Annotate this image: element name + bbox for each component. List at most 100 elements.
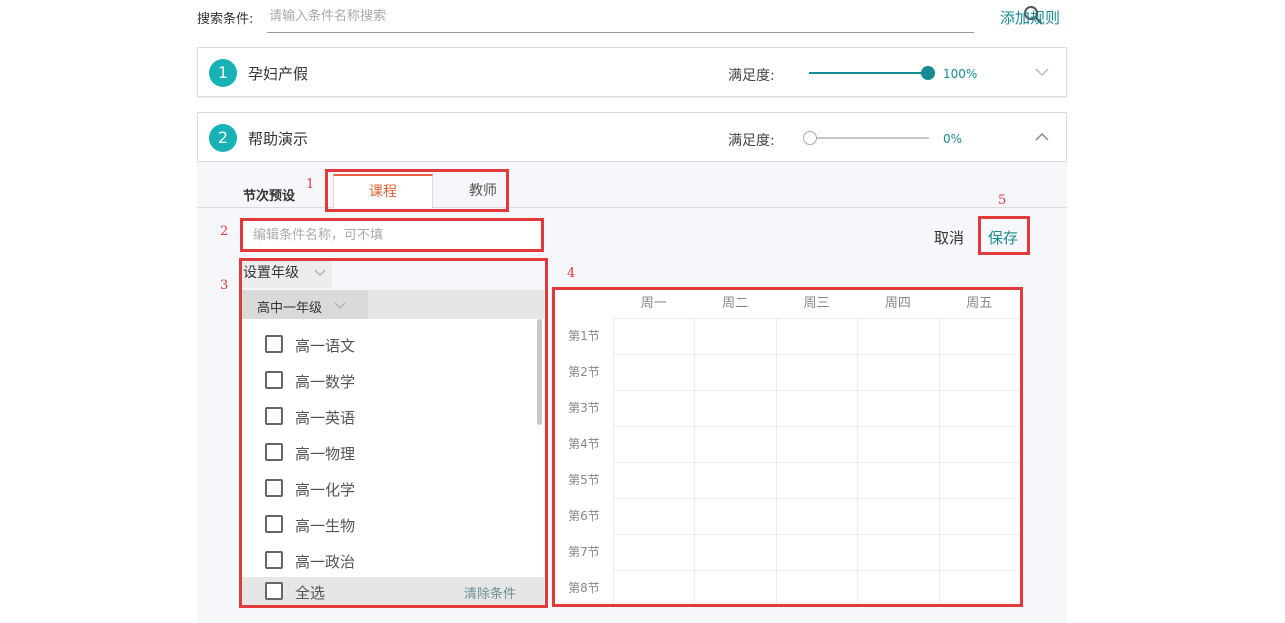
checkbox[interactable] <box>265 515 283 533</box>
timetable-cell[interactable] <box>939 570 1020 606</box>
timetable-cell[interactable] <box>694 534 775 570</box>
timetable-grid: 周一 周二 周三 周四 周五 第1节 第2节 第3节 第4节 第5节 第6节 第7节 第8节 <box>555 290 1020 605</box>
save-button[interactable]: 保存 <box>988 227 1018 248</box>
chevron-down-icon[interactable] <box>1034 66 1050 78</box>
timetable-cell[interactable] <box>694 390 775 426</box>
timetable-cell[interactable] <box>613 390 694 426</box>
slider-thumb[interactable] <box>803 131 817 145</box>
list-item[interactable]: 高一语文 <box>242 327 538 363</box>
select-all-checkbox[interactable] <box>265 582 283 600</box>
chevron-down-icon <box>334 302 346 309</box>
tab-teacher[interactable]: 教师 <box>433 174 533 208</box>
checkbox[interactable] <box>265 443 283 461</box>
grid-line <box>694 318 696 605</box>
timetable-cell[interactable] <box>857 570 938 606</box>
grid-line <box>857 318 859 605</box>
annotation-label-5: 5 <box>998 193 1007 208</box>
search-input[interactable] <box>269 6 939 26</box>
condition-name-field[interactable] <box>243 221 541 249</box>
timetable-cell[interactable] <box>694 354 775 390</box>
timetable-period-label: 第3节 <box>568 401 600 415</box>
timetable-cell[interactable] <box>857 498 938 534</box>
timetable-day-header: 周三 <box>803 296 830 311</box>
timetable-cell[interactable] <box>857 390 938 426</box>
slider-thumb[interactable] <box>921 66 935 80</box>
satisfaction-slider[interactable] <box>809 65 935 81</box>
list-item[interactable]: 高一政治 <box>242 543 538 579</box>
rule-title: 帮助演示 <box>248 130 309 148</box>
checkbox[interactable] <box>265 407 283 425</box>
timetable-cell[interactable] <box>613 426 694 462</box>
timetable-cell[interactable] <box>857 462 938 498</box>
grade-subselect[interactable]: 高中一年级 <box>242 290 368 319</box>
slider-fill <box>809 72 929 74</box>
timetable-cell[interactable] <box>694 498 775 534</box>
clear-conditions-button[interactable]: 清除条件 <box>464 583 516 602</box>
course-label: 高一语文 <box>295 337 356 355</box>
timetable-cell[interactable] <box>776 318 857 354</box>
timetable-cell[interactable] <box>613 570 694 606</box>
timetable-cell[interactable] <box>613 354 694 390</box>
grade-select-label: 设置年级 <box>243 265 299 281</box>
select-all-label: 全选 <box>295 584 326 602</box>
scrollbar[interactable] <box>537 319 542 425</box>
grade-subselect-label: 高中一年级 <box>257 301 323 316</box>
timetable-cell[interactable] <box>857 426 938 462</box>
timetable-day-header: 周四 <box>884 296 911 311</box>
slider-track <box>809 137 929 139</box>
timetable-cell[interactable] <box>857 318 938 354</box>
timetable-cell[interactable] <box>694 426 775 462</box>
list-item[interactable]: 高一数学 <box>242 363 538 399</box>
timetable-cell[interactable] <box>776 462 857 498</box>
list-item[interactable]: 高一英语 <box>242 399 538 435</box>
timetable-day-header: 周一 <box>640 296 667 311</box>
annotation-label-2: 2 <box>220 224 229 239</box>
tab-course[interactable]: 课程 <box>333 174 433 208</box>
grade-select[interactable]: 设置年级 <box>242 260 332 288</box>
timetable-cell[interactable] <box>776 426 857 462</box>
timetable-cell[interactable] <box>776 354 857 390</box>
chevron-up-icon[interactable] <box>1034 131 1050 143</box>
timetable-cell[interactable] <box>939 354 1020 390</box>
timetable-cell[interactable] <box>694 318 775 354</box>
timetable-cell[interactable] <box>857 534 938 570</box>
timetable-cell[interactable] <box>939 318 1020 354</box>
timetable-cell[interactable] <box>613 318 694 354</box>
timetable-cell[interactable] <box>776 534 857 570</box>
timetable-cell[interactable] <box>939 426 1020 462</box>
course-list: 高一语文 高一数学 高一英语 高一物理 高一化学 高一生物 高一政治 <box>242 319 544 577</box>
checkbox[interactable] <box>265 479 283 497</box>
timetable-cell[interactable] <box>939 534 1020 570</box>
timetable-day-header: 周二 <box>722 296 749 311</box>
timetable-cell[interactable] <box>613 534 694 570</box>
timetable-cell[interactable] <box>939 462 1020 498</box>
rule-panel-1[interactable]: 1 孕妇产假 满足度: 100% <box>197 47 1067 97</box>
rule-panel-2[interactable]: 2 帮助演示 满足度: 0% <box>197 112 1067 162</box>
course-label: 高一政治 <box>295 553 356 571</box>
rule-number-badge: 2 <box>209 124 237 152</box>
timetable-cell[interactable] <box>613 462 694 498</box>
timetable-cell[interactable] <box>613 498 694 534</box>
satisfaction-slider[interactable] <box>803 130 935 146</box>
checkbox[interactable] <box>265 335 283 353</box>
checkbox[interactable] <box>265 551 283 569</box>
timetable-cell[interactable] <box>939 390 1020 426</box>
list-item[interactable]: 高一化学 <box>242 471 538 507</box>
timetable-cell[interactable] <box>694 462 775 498</box>
checkbox[interactable] <box>265 371 283 389</box>
list-item[interactable]: 高一物理 <box>242 435 538 471</box>
timetable-cell[interactable] <box>939 498 1020 534</box>
cancel-button[interactable]: 取消 <box>934 227 964 248</box>
course-label: 高一物理 <box>295 445 356 463</box>
list-item[interactable]: 高一生物 <box>242 507 538 543</box>
add-rule-button[interactable]: 添加规则 <box>1000 7 1060 28</box>
timetable-cell[interactable] <box>694 570 775 606</box>
grid-line <box>613 318 614 605</box>
timetable-cell[interactable] <box>776 498 857 534</box>
timetable-cell[interactable] <box>776 570 857 606</box>
condition-name-input[interactable] <box>253 224 541 246</box>
timetable-cell[interactable] <box>776 390 857 426</box>
grid-line <box>775 318 777 605</box>
search-field[interactable] <box>267 0 1043 33</box>
timetable-cell[interactable] <box>857 354 938 390</box>
